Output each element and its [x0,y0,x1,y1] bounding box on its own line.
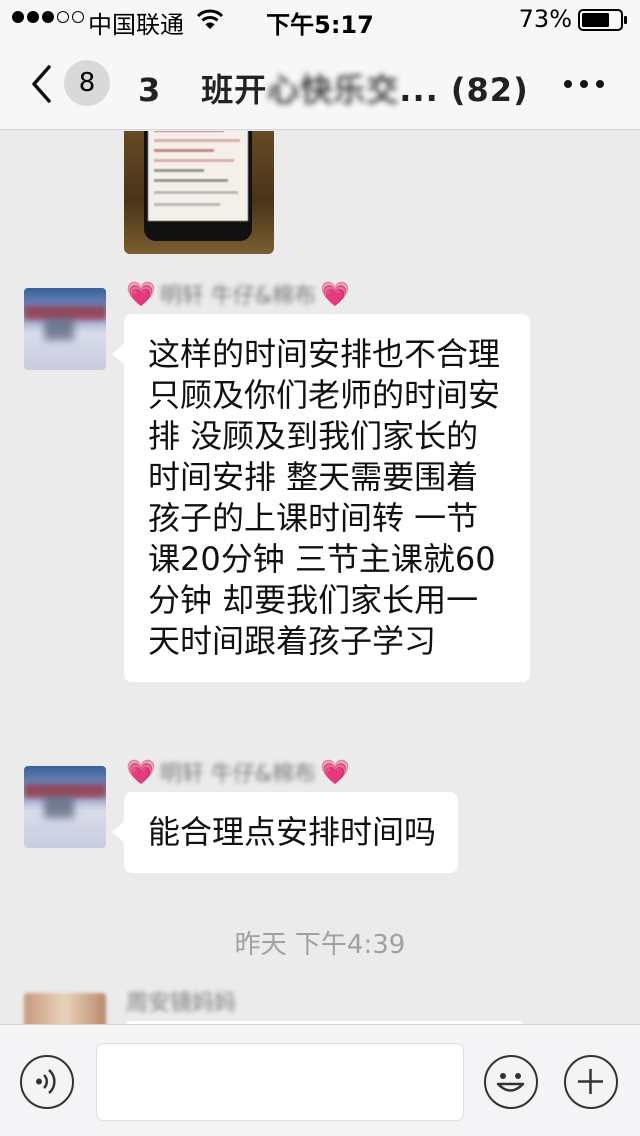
status-bar: 中国联通 下午5:17 73% [0,0,640,40]
shared-photo[interactable] [124,131,274,254]
chat-title: 3 班开心快乐交... (82) [138,65,529,111]
heart-icon: 💗 [126,758,156,786]
sender-name: 💗 明轩 牛仔&棉布 💗 [126,280,350,309]
more-options-icon[interactable] [564,80,604,88]
back-arrow-icon[interactable] [30,64,52,108]
avatar[interactable] [24,993,106,1024]
chat-title-prefix: 3 [138,71,162,109]
emoji-icon[interactable] [484,1055,538,1109]
message-bubble[interactable]: 能合理点安排时间吗 [111,792,459,873]
sender-name: 💗 明轩 牛仔&棉布 💗 [126,758,350,787]
heart-icon: 💗 [320,280,350,308]
phone-photo [144,131,252,241]
sender-name: 周安镜妈妈 [126,991,237,1016]
chat-title-blurred: 心快乐交 [267,71,400,109]
battery-icon [578,9,628,37]
message-input[interactable] [96,1043,464,1121]
input-bar [0,1024,640,1136]
chat-title-member-count: ... (82) [399,71,529,109]
message-list[interactable]: 💗 明轩 牛仔&棉布 💗 这样的时间安排也不合理 只顾及你们老师的时间安排 没顾… [0,131,640,1024]
heart-icon: 💗 [320,758,350,786]
avatar[interactable] [24,766,106,848]
message-bubble[interactable]: 这样的时间安排也不合理 只顾及你们老师的时间安排 没顾及到我们家长的时间安排 整… [112,314,530,682]
heart-icon: 💗 [126,280,156,308]
chat-header: 8 3 班开心快乐交... (82) [0,40,640,130]
plus-icon[interactable] [564,1055,618,1109]
unread-count-badge[interactable]: 8 [64,60,110,106]
timestamp-separator: 昨天 下午4:39 [234,930,406,960]
avatar[interactable] [24,288,106,370]
voice-input-icon[interactable] [20,1055,74,1109]
chat-title-main: 班开 [201,71,268,109]
battery-percentage: 73% [518,5,572,33]
